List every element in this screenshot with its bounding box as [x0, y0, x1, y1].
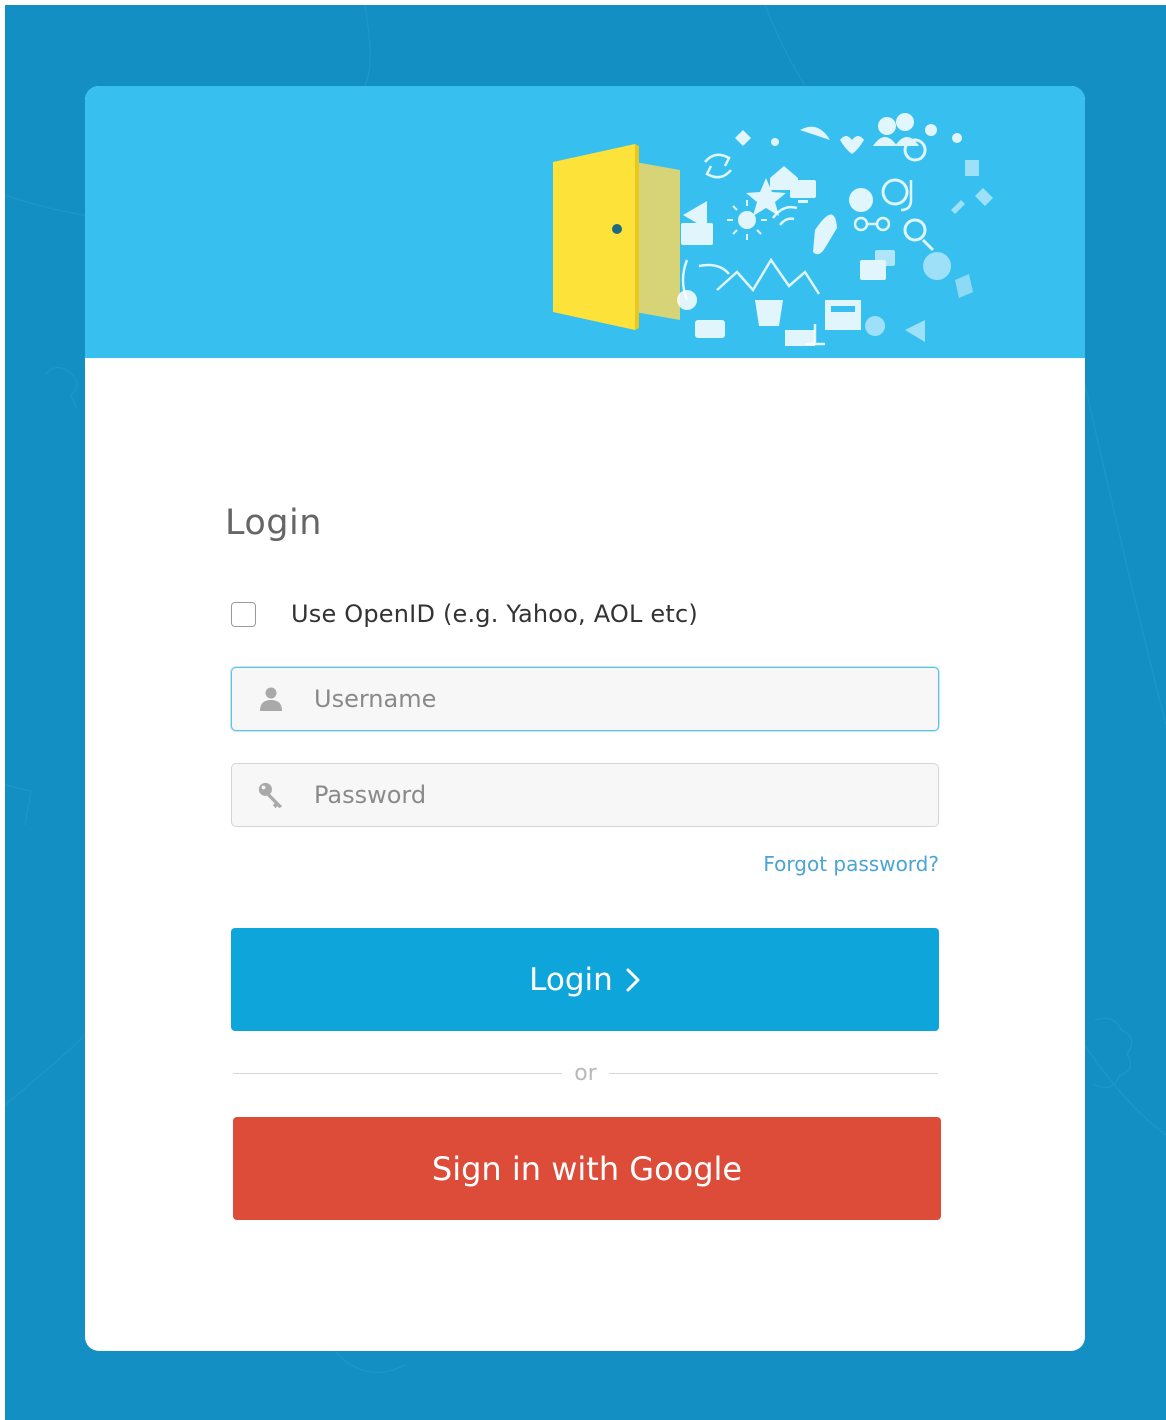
login-button-label: Login	[529, 961, 613, 998]
card-header	[85, 86, 1085, 358]
login-button[interactable]: Login	[231, 928, 939, 1031]
google-signin-button[interactable]: Sign in with Google	[233, 1117, 941, 1220]
login-card: Login Use OpenID (e.g. Yahoo, AOL etc) U…	[85, 86, 1085, 1351]
divider-line-right	[608, 1072, 939, 1074]
page-background: Login Use OpenID (e.g. Yahoo, AOL etc) U…	[5, 5, 1166, 1420]
username-field[interactable]	[231, 667, 939, 731]
divider-text: or	[574, 1060, 597, 1086]
password-field[interactable]	[231, 763, 939, 827]
forgot-password-link[interactable]: Forgot password?	[763, 852, 939, 876]
divider-line-left	[233, 1072, 563, 1074]
openid-label: Use OpenID (e.g. Yahoo, AOL etc)	[291, 600, 698, 628]
chevron-right-icon	[625, 967, 641, 993]
google-signin-label: Sign in with Google	[431, 1149, 743, 1188]
username-input[interactable]	[314, 685, 914, 713]
password-input[interactable]	[314, 781, 914, 809]
login-heading: Login	[225, 503, 322, 543]
user-icon	[257, 685, 285, 713]
openid-checkbox[interactable]	[231, 601, 256, 627]
key-icon	[257, 781, 285, 809]
openid-option[interactable]: Use OpenID (e.g. Yahoo, AOL etc)	[231, 599, 698, 629]
or-divider: or	[233, 1058, 939, 1088]
open-door-illustration	[553, 113, 993, 346]
